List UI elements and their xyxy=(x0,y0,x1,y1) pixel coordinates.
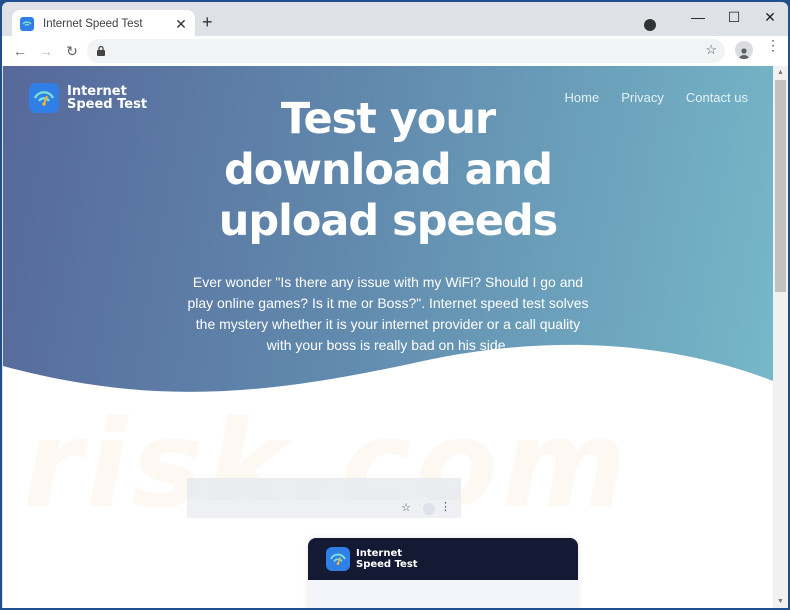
mockup-toolbar: ☆ ⋮ xyxy=(187,500,461,518)
card-logo-line1: Internet xyxy=(356,548,403,559)
hero-title-line3: upload speeds xyxy=(218,196,559,246)
maximize-button[interactable]: ☐ xyxy=(716,9,752,26)
mockup-star-icon: ☆ xyxy=(401,502,411,514)
tab-close-icon[interactable]: ✕ xyxy=(171,16,191,33)
hero-title-line1: Test your xyxy=(280,94,496,144)
reload-button[interactable]: ↻ xyxy=(60,43,84,60)
scroll-down-arrow-icon[interactable]: ▼ xyxy=(773,598,788,605)
card-logo-line2: Speed Test xyxy=(356,559,418,570)
bookmark-star-icon[interactable]: ☆ xyxy=(705,42,717,58)
mockup-avatar-icon xyxy=(423,503,435,515)
tab-bar: Internet Speed Test ✕ + — ☐ ✕ xyxy=(2,2,788,38)
card-header: Internet Speed Test xyxy=(308,538,578,580)
webpage: risk.com Internet Speed Test Home Privac… xyxy=(3,66,773,608)
hero-description: Ever wonder "Is there any issue with my … xyxy=(187,274,589,353)
tab-search-icon[interactable] xyxy=(644,19,656,31)
page-scrollbar[interactable]: ▲ ▼ xyxy=(773,66,788,608)
browser-mockup-image: ☆ ⋮ xyxy=(187,478,461,522)
window-controls: — ☐ ✕ xyxy=(644,2,788,32)
hero-title-line2: download and xyxy=(223,145,553,195)
back-button[interactable]: ← xyxy=(8,43,32,59)
card-body xyxy=(308,580,578,608)
profile-avatar-icon[interactable] xyxy=(735,41,753,59)
scroll-up-arrow-icon[interactable]: ▲ xyxy=(773,69,788,76)
forward-button[interactable]: → xyxy=(34,43,58,59)
new-tab-button[interactable]: + xyxy=(202,12,213,33)
address-bar[interactable]: ☆ xyxy=(87,39,725,63)
mockup-tabbar xyxy=(187,478,461,500)
hero-title: Test your download and upload speeds xyxy=(3,94,773,247)
browser-tab[interactable]: Internet Speed Test ✕ xyxy=(12,10,195,38)
browser-window: Internet Speed Test ✕ + — ☐ ✕ ← → ↻ ☆ ⋮ … xyxy=(2,2,788,608)
wifi-favicon-icon xyxy=(20,17,34,31)
mockup-menu-icon: ⋮ xyxy=(440,501,451,513)
lock-icon xyxy=(97,46,105,56)
scrollbar-thumb[interactable] xyxy=(775,80,786,292)
browser-menu-icon[interactable]: ⋮ xyxy=(766,38,780,52)
minimize-button[interactable]: — xyxy=(680,9,716,25)
close-window-button[interactable]: ✕ xyxy=(752,9,788,26)
browser-toolbar: ← → ↻ ☆ ⋮ xyxy=(2,36,788,66)
tab-title: Internet Speed Test xyxy=(43,18,143,30)
card-wifi-logo-icon xyxy=(326,547,350,571)
app-preview-card: Internet Speed Test xyxy=(308,538,578,608)
